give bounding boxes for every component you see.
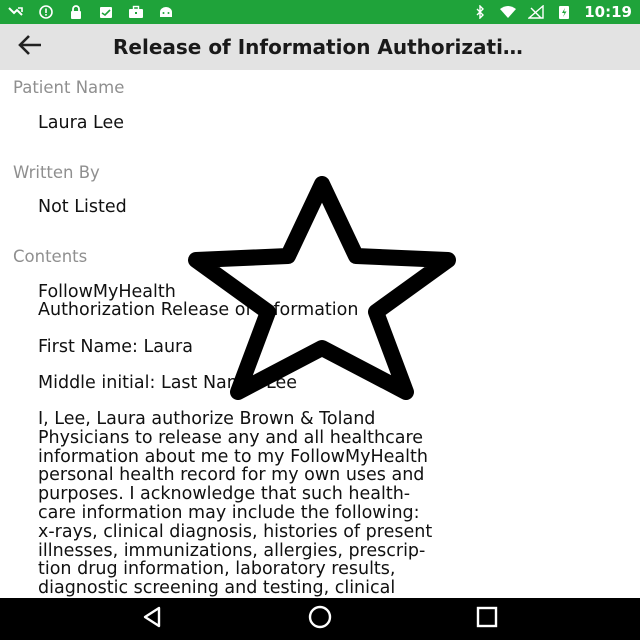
lock-icon	[68, 5, 84, 19]
status-left-icons	[8, 5, 174, 19]
arrow-back-icon	[17, 34, 43, 60]
battery-charging-icon	[556, 5, 572, 19]
navigation-bar	[0, 598, 640, 640]
app-bar: Release of Information Authorizati…	[0, 24, 640, 70]
clipboard-icon	[98, 5, 114, 19]
nav-home-button[interactable]	[290, 598, 350, 640]
contents-paragraph: I, Lee, Laura authorize Brown & Toland P…	[38, 409, 433, 598]
contents-middle-last-name: Middle initial: Last Name: Lee	[38, 373, 298, 393]
recents-square-icon	[474, 604, 500, 634]
status-right-icons: 10:19	[472, 3, 632, 21]
bluetooth-icon	[472, 5, 488, 19]
nav-back-button[interactable]	[123, 598, 183, 640]
wifi-icon	[500, 5, 517, 19]
patient-name-value: Laura Lee	[38, 113, 125, 133]
contents-line-1: FollowMyHealth	[38, 282, 176, 302]
written-by-value: Not Listed	[38, 197, 127, 217]
document-content[interactable]: Patient Name Laura Lee Written By Not Li…	[0, 70, 640, 598]
contents-label: Contents	[13, 247, 88, 266]
home-circle-icon	[307, 604, 333, 634]
missed-call-icon	[8, 5, 24, 19]
nav-recents-button[interactable]	[457, 598, 517, 640]
android-icon	[158, 5, 174, 19]
back-triangle-icon	[140, 604, 166, 634]
status-bar: 10:19	[0, 0, 640, 24]
contents-line-2: Authorization Release of Information	[38, 300, 359, 320]
status-time: 10:19	[584, 3, 632, 21]
page-title: Release of Information Authorizati…	[113, 35, 523, 59]
no-signal-icon	[528, 5, 544, 19]
written-by-label: Written By	[13, 163, 100, 182]
alert-circle-icon	[38, 5, 54, 19]
back-button[interactable]	[0, 24, 60, 70]
contents-first-name: First Name: Laura	[38, 337, 193, 357]
briefcase-icon	[128, 5, 144, 19]
patient-name-label: Patient Name	[13, 78, 125, 97]
